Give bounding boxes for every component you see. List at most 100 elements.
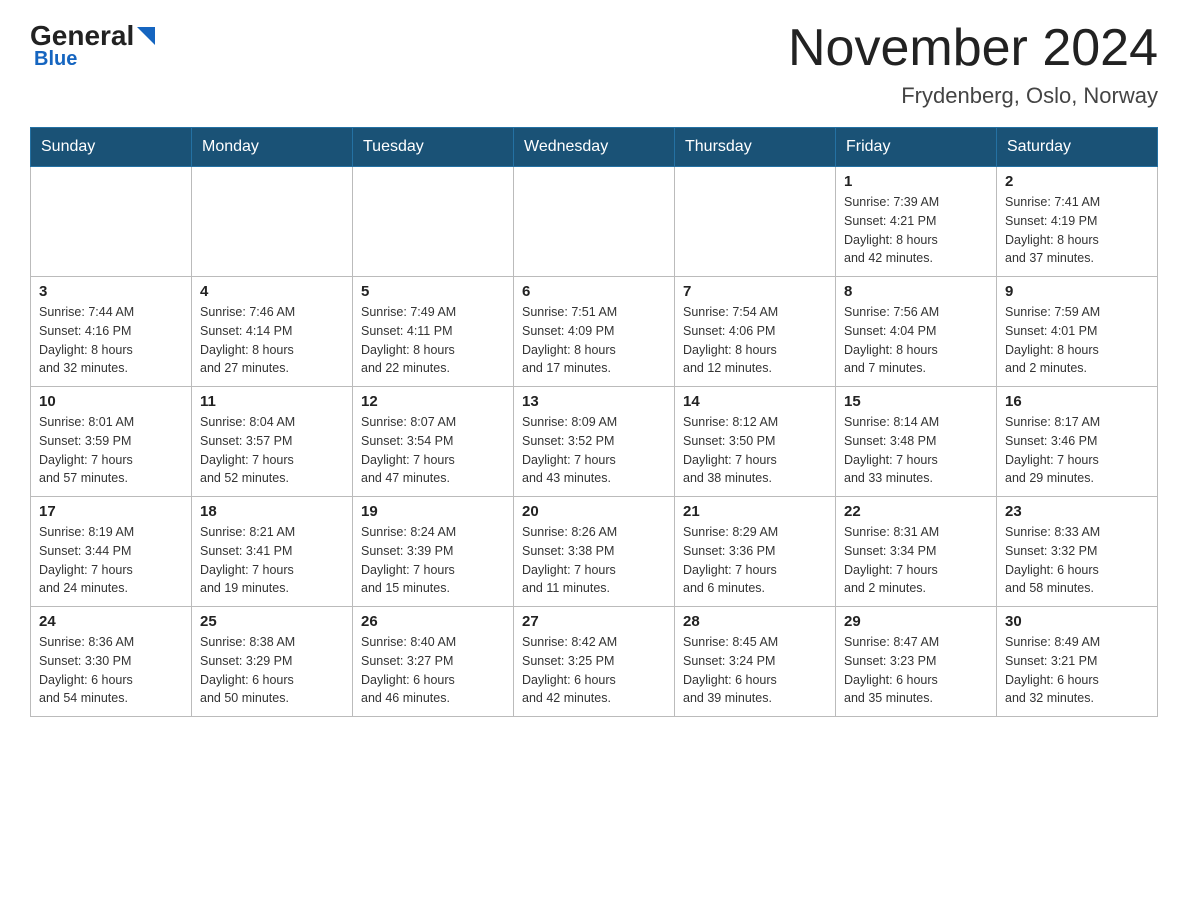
calendar-cell: 5Sunrise: 7:49 AMSunset: 4:11 PMDaylight… bbox=[353, 277, 514, 387]
calendar-cell: 16 Sunrise: 8:17 AMSunset: 3:46 PMDayligh… bbox=[997, 387, 1158, 497]
day-number: 28 bbox=[683, 613, 827, 630]
page-header: General Blue November 2024 Frydenberg, O… bbox=[30, 20, 1158, 109]
calendar-cell: 28 Sunrise: 8:45 AMSunset: 3:24 PMDayligh… bbox=[675, 607, 836, 717]
calendar-cell: 24 Sunrise: 8:36 AMSunset: 3:30 PMDayligh… bbox=[31, 607, 192, 717]
day-number: 26 bbox=[361, 613, 505, 630]
calendar-cell: 2 Sunrise: 7:41 AMSunset: 4:19 PMDaylight… bbox=[997, 167, 1158, 277]
calendar-cell bbox=[31, 167, 192, 277]
day-number: 6 bbox=[522, 283, 666, 300]
calendar-cell: 10 Sunrise: 8:01 AMSunset: 3:59 PMDayligh… bbox=[31, 387, 192, 497]
day-number: 15 bbox=[844, 393, 988, 410]
day-number: 4 bbox=[200, 283, 344, 300]
day-number: 22 bbox=[844, 503, 988, 520]
day-info: Sunrise: 8:47 AMSunset: 3:23 PMDaylight:… bbox=[844, 633, 988, 708]
day-number: 13 bbox=[522, 393, 666, 410]
day-info: Sunrise: 8:01 AMSunset: 3:59 PMDaylight:… bbox=[39, 413, 183, 488]
day-info: Sunrise: 8:07 AMSunset: 3:54 PMDaylight:… bbox=[361, 413, 505, 488]
day-number: 11 bbox=[200, 393, 344, 410]
calendar-body: 1 Sunrise: 7:39 AMSunset: 4:21 PMDaylight… bbox=[31, 167, 1158, 717]
day-info: Sunrise: 8:21 AMSunset: 3:41 PMDaylight:… bbox=[200, 523, 344, 598]
day-info: Sunrise: 7:49 AMSunset: 4:11 PMDaylight:… bbox=[361, 303, 505, 378]
calendar-cell: 27Sunrise: 8:42 AMSunset: 3:25 PMDayligh… bbox=[514, 607, 675, 717]
weekday-header-row: SundayMondayTuesdayWednesdayThursdayFrid… bbox=[31, 128, 1158, 167]
day-info: Sunrise: 7:44 AMSunset: 4:16 PMDaylight:… bbox=[39, 303, 183, 378]
day-info: Sunrise: 8:49 AMSunset: 3:21 PMDaylight:… bbox=[1005, 633, 1149, 708]
weekday-header-sunday: Sunday bbox=[31, 128, 192, 167]
calendar-cell: 9 Sunrise: 7:59 AMSunset: 4:01 PMDaylight… bbox=[997, 277, 1158, 387]
calendar-cell: 22 Sunrise: 8:31 AMSunset: 3:34 PMDayligh… bbox=[836, 497, 997, 607]
calendar-cell: 14 Sunrise: 8:12 AMSunset: 3:50 PMDayligh… bbox=[675, 387, 836, 497]
day-number: 25 bbox=[200, 613, 344, 630]
day-number: 18 bbox=[200, 503, 344, 520]
day-number: 2 bbox=[1005, 173, 1149, 190]
day-info: Sunrise: 8:45 AMSunset: 3:24 PMDaylight:… bbox=[683, 633, 827, 708]
week-row-2: 3 Sunrise: 7:44 AMSunset: 4:16 PMDaylight… bbox=[31, 277, 1158, 387]
calendar-cell bbox=[675, 167, 836, 277]
day-number: 12 bbox=[361, 393, 505, 410]
day-info: Sunrise: 8:29 AMSunset: 3:36 PMDaylight:… bbox=[683, 523, 827, 598]
calendar-cell: 17Sunrise: 8:19 AMSunset: 3:44 PMDayligh… bbox=[31, 497, 192, 607]
day-number: 23 bbox=[1005, 503, 1149, 520]
calendar-cell: 30 Sunrise: 8:49 AMSunset: 3:21 PMDayligh… bbox=[997, 607, 1158, 717]
day-info: Sunrise: 8:09 AMSunset: 3:52 PMDaylight:… bbox=[522, 413, 666, 488]
calendar-cell: 21 Sunrise: 8:29 AMSunset: 3:36 PMDayligh… bbox=[675, 497, 836, 607]
day-number: 9 bbox=[1005, 283, 1149, 300]
day-info: Sunrise: 8:04 AMSunset: 3:57 PMDaylight:… bbox=[200, 413, 344, 488]
calendar-cell: 4 Sunrise: 7:46 AMSunset: 4:14 PMDaylight… bbox=[192, 277, 353, 387]
calendar-cell: 26Sunrise: 8:40 AMSunset: 3:27 PMDayligh… bbox=[353, 607, 514, 717]
weekday-header-wednesday: Wednesday bbox=[514, 128, 675, 167]
day-info: Sunrise: 8:17 AMSunset: 3:46 PMDaylight:… bbox=[1005, 413, 1149, 488]
day-info: Sunrise: 7:56 AMSunset: 4:04 PMDaylight:… bbox=[844, 303, 988, 378]
calendar-cell: 7 Sunrise: 7:54 AMSunset: 4:06 PMDaylight… bbox=[675, 277, 836, 387]
day-number: 14 bbox=[683, 393, 827, 410]
day-number: 27 bbox=[522, 613, 666, 630]
calendar-cell: 15 Sunrise: 8:14 AMSunset: 3:48 PMDayligh… bbox=[836, 387, 997, 497]
day-info: Sunrise: 8:36 AMSunset: 3:30 PMDaylight:… bbox=[39, 633, 183, 708]
day-number: 30 bbox=[1005, 613, 1149, 630]
calendar-cell: 18 Sunrise: 8:21 AMSunset: 3:41 PMDayligh… bbox=[192, 497, 353, 607]
weekday-header-monday: Monday bbox=[192, 128, 353, 167]
day-number: 3 bbox=[39, 283, 183, 300]
day-info: Sunrise: 8:26 AMSunset: 3:38 PMDaylight:… bbox=[522, 523, 666, 598]
calendar-cell bbox=[353, 167, 514, 277]
day-number: 29 bbox=[844, 613, 988, 630]
day-info: Sunrise: 8:38 AMSunset: 3:29 PMDaylight:… bbox=[200, 633, 344, 708]
day-info: Sunrise: 8:31 AMSunset: 3:34 PMDaylight:… bbox=[844, 523, 988, 598]
location-title: Frydenberg, Oslo, Norway bbox=[788, 83, 1158, 109]
day-info: Sunrise: 7:54 AMSunset: 4:06 PMDaylight:… bbox=[683, 303, 827, 378]
day-info: Sunrise: 8:33 AMSunset: 3:32 PMDaylight:… bbox=[1005, 523, 1149, 598]
calendar-cell: 3 Sunrise: 7:44 AMSunset: 4:16 PMDaylight… bbox=[31, 277, 192, 387]
day-info: Sunrise: 7:39 AMSunset: 4:21 PMDaylight:… bbox=[844, 193, 988, 268]
month-title: November 2024 bbox=[788, 20, 1158, 77]
day-info: Sunrise: 7:59 AMSunset: 4:01 PMDaylight:… bbox=[1005, 303, 1149, 378]
week-row-1: 1 Sunrise: 7:39 AMSunset: 4:21 PMDaylight… bbox=[31, 167, 1158, 277]
calendar-cell bbox=[514, 167, 675, 277]
day-info: Sunrise: 8:14 AMSunset: 3:48 PMDaylight:… bbox=[844, 413, 988, 488]
day-info: Sunrise: 7:51 AMSunset: 4:09 PMDaylight:… bbox=[522, 303, 666, 378]
day-number: 21 bbox=[683, 503, 827, 520]
calendar-cell: 11 Sunrise: 8:04 AMSunset: 3:57 PMDayligh… bbox=[192, 387, 353, 497]
calendar-cell: 13 Sunrise: 8:09 AMSunset: 3:52 PMDayligh… bbox=[514, 387, 675, 497]
day-number: 20 bbox=[522, 503, 666, 520]
week-row-4: 17Sunrise: 8:19 AMSunset: 3:44 PMDayligh… bbox=[31, 497, 1158, 607]
day-info: Sunrise: 8:19 AMSunset: 3:44 PMDaylight:… bbox=[39, 523, 183, 598]
day-number: 8 bbox=[844, 283, 988, 300]
calendar-cell: 1 Sunrise: 7:39 AMSunset: 4:21 PMDaylight… bbox=[836, 167, 997, 277]
day-number: 16 bbox=[1005, 393, 1149, 410]
day-number: 1 bbox=[844, 173, 988, 190]
day-info: Sunrise: 7:46 AMSunset: 4:14 PMDaylight:… bbox=[200, 303, 344, 378]
title-area: November 2024 Frydenberg, Oslo, Norway bbox=[788, 20, 1158, 109]
day-info: Sunrise: 7:41 AMSunset: 4:19 PMDaylight:… bbox=[1005, 193, 1149, 268]
logo-triangle-icon bbox=[137, 27, 155, 45]
day-number: 7 bbox=[683, 283, 827, 300]
calendar-cell: 6 Sunrise: 7:51 AMSunset: 4:09 PMDaylight… bbox=[514, 277, 675, 387]
day-number: 24 bbox=[39, 613, 183, 630]
calendar-cell: 23 Sunrise: 8:33 AMSunset: 3:32 PMDayligh… bbox=[997, 497, 1158, 607]
calendar-table: SundayMondayTuesdayWednesdayThursdayFrid… bbox=[30, 127, 1158, 717]
day-number: 19 bbox=[361, 503, 505, 520]
logo-area: General Blue bbox=[30, 20, 155, 71]
day-info: Sunrise: 8:12 AMSunset: 3:50 PMDaylight:… bbox=[683, 413, 827, 488]
day-number: 10 bbox=[39, 393, 183, 410]
calendar-cell: 19Sunrise: 8:24 AMSunset: 3:39 PMDayligh… bbox=[353, 497, 514, 607]
weekday-header-friday: Friday bbox=[836, 128, 997, 167]
